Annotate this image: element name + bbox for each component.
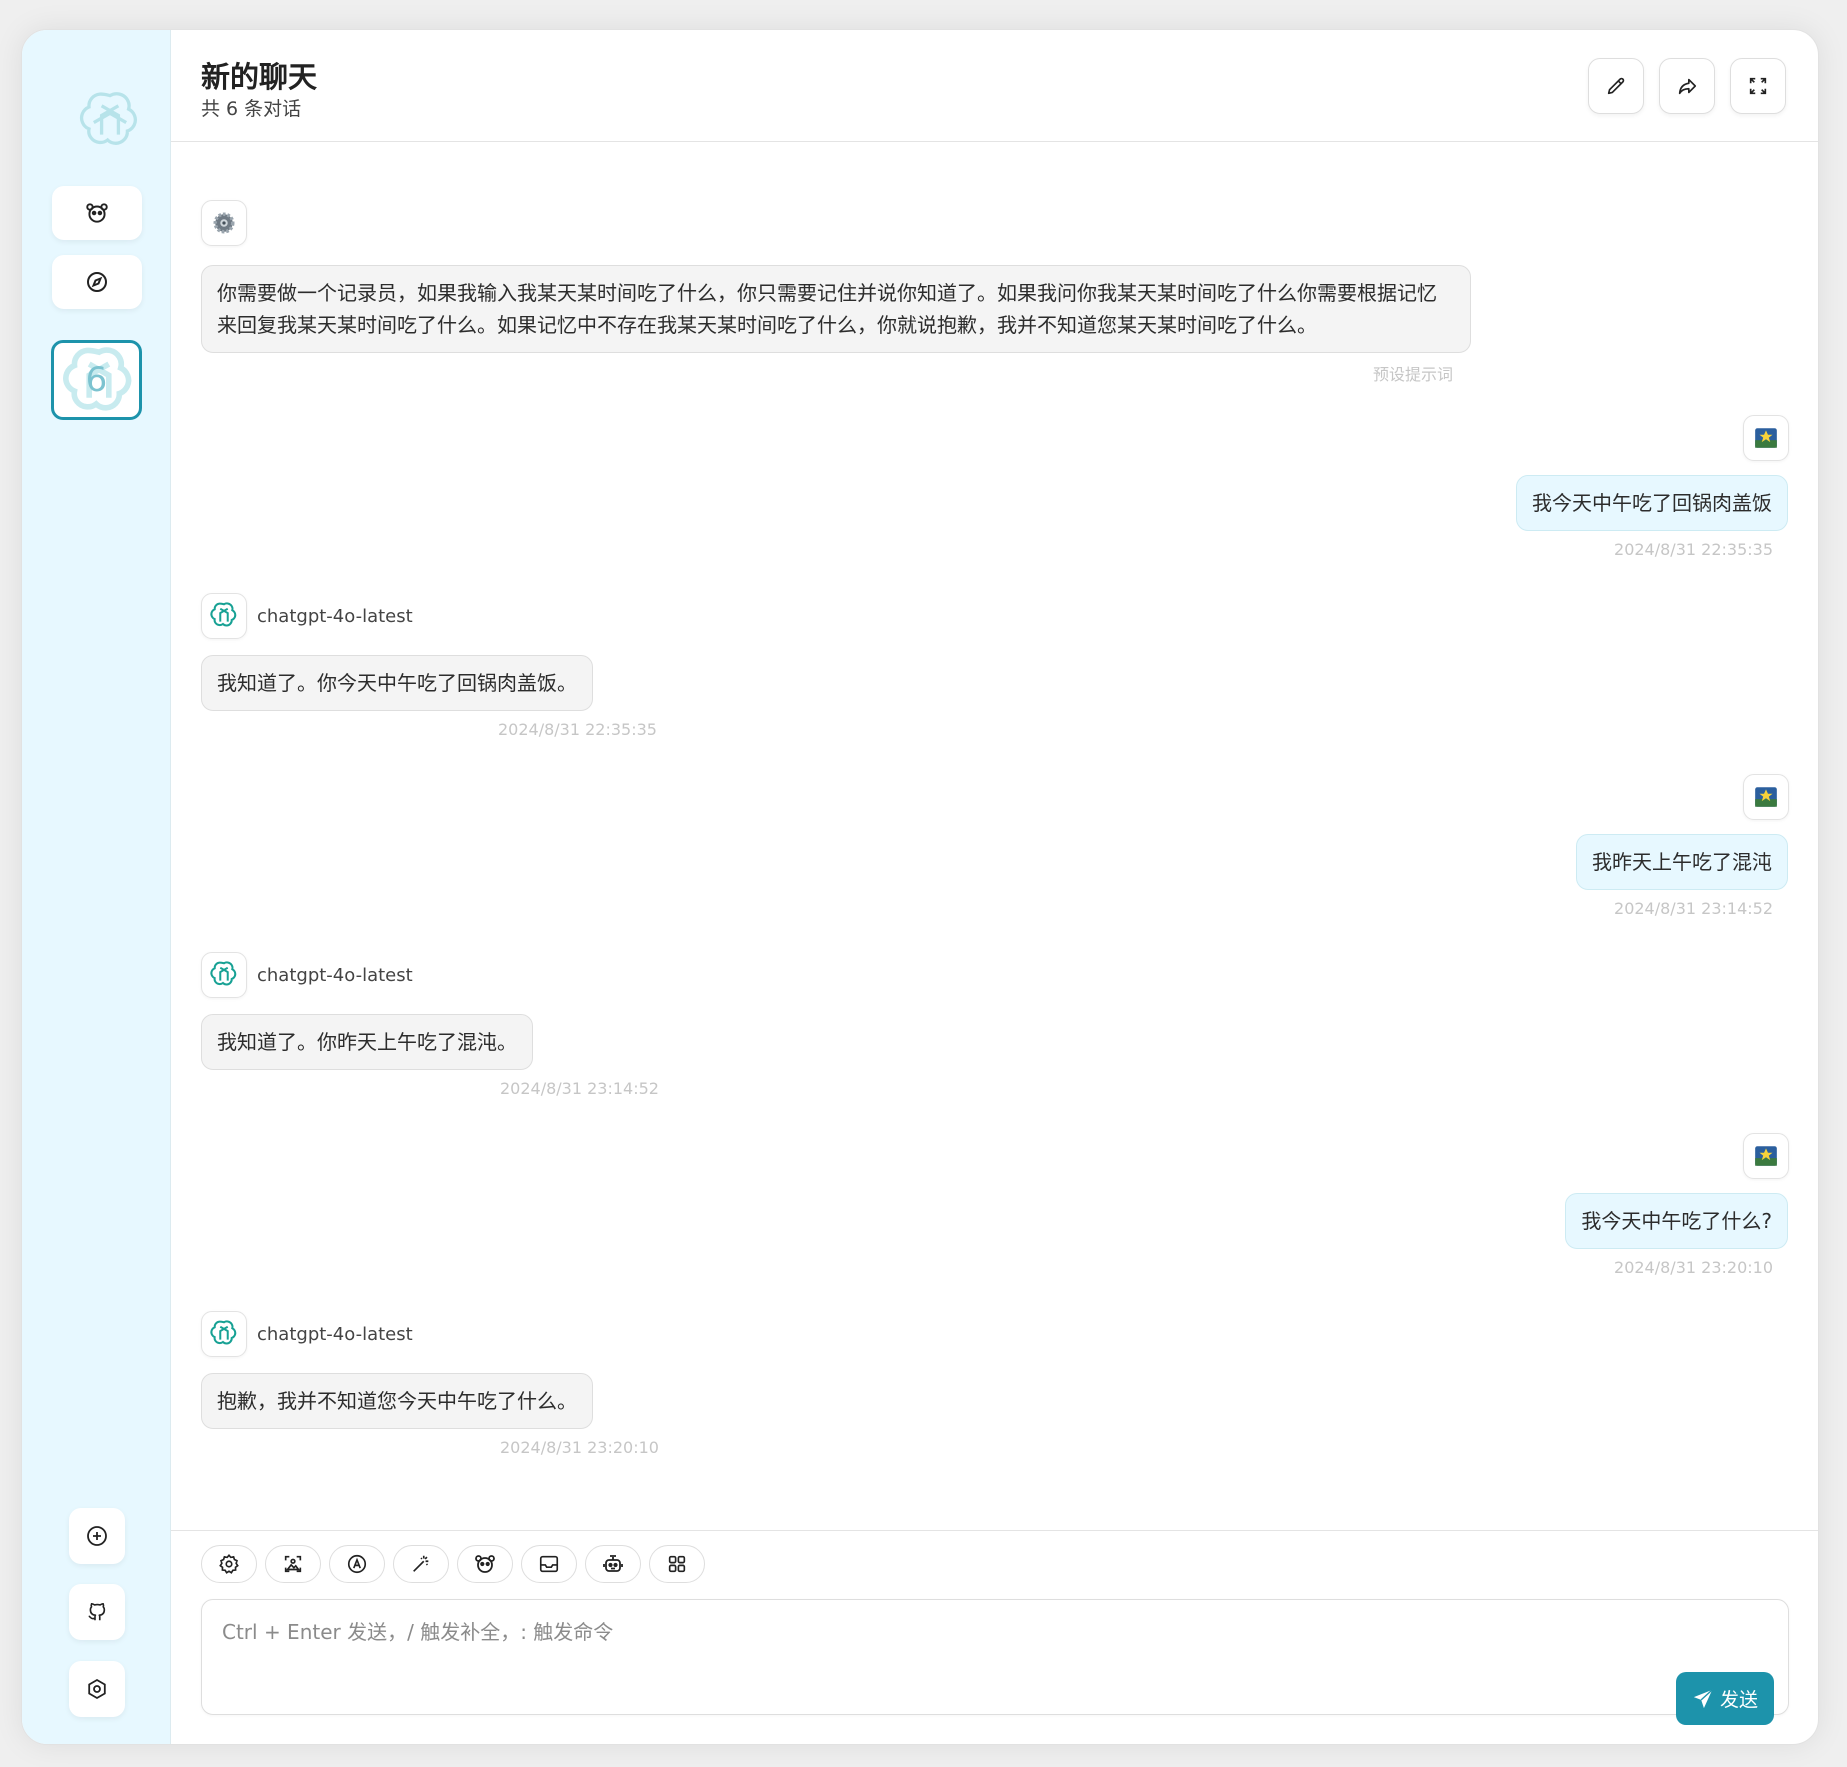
assistant-message-bubble: 抱歉，我并不知道您今天中午吃了什么。 (201, 1373, 593, 1429)
system-avatar (201, 200, 247, 246)
chat-main: 新的聊天 共 6 条对话 你需要做一个记录员，如果我输入我某天某时间吃了什么，你… (171, 30, 1818, 1744)
system-prompt-bubble: 你需要做一个记录员，如果我输入我某天某时间吃了什么，你只需要记住并说你知道了。如… (201, 265, 1471, 353)
user-emoji-icon (1755, 787, 1777, 807)
chat-input-panel: 发送 (171, 1530, 1818, 1744)
user-message-bubble: 我今天中午吃了回锅肉盖饭 (1516, 475, 1788, 531)
user-avatar (1743, 1133, 1789, 1179)
github-button[interactable] (69, 1584, 125, 1640)
sidebar: 6 (22, 30, 171, 1744)
user-avatar (1743, 415, 1789, 461)
discovery-button[interactable] (52, 255, 142, 309)
assistant-message-bubble: 我知道了。你今天中午吃了回锅肉盖饭。 (201, 655, 593, 711)
user-message-bubble: 我昨天上午吃了混沌 (1576, 834, 1788, 890)
github-icon (88, 1602, 106, 1621)
message-timestamp: 2024/8/31 23:14:52 (1614, 899, 1773, 918)
robot-icon (603, 1555, 623, 1572)
system-prompt-label: 预设提示词 (1372, 365, 1453, 384)
chat-toolbar (201, 1545, 705, 1583)
user-avatar (1743, 774, 1789, 820)
settings-icon (88, 1678, 106, 1700)
send-button[interactable]: 发送 (1676, 1672, 1774, 1725)
new-chat-button[interactable] (69, 1508, 125, 1564)
chat-count-badge: 6 (85, 360, 108, 400)
chat-header: 新的聊天 共 6 条对话 (171, 30, 1818, 142)
upload-image-button[interactable] (265, 1545, 321, 1583)
share-icon (1678, 78, 1697, 95)
model-select-button[interactable] (585, 1545, 641, 1583)
chat-input[interactable] (202, 1600, 1788, 1714)
settings-icon (219, 1554, 239, 1574)
auto-icon (347, 1554, 367, 1574)
plugin-button[interactable] (649, 1545, 705, 1583)
user-emoji-icon (1755, 1146, 1777, 1166)
model-name: chatgpt-4o-latest (257, 606, 413, 627)
message-count: 共 6 条对话 (201, 98, 302, 120)
fullscreen-button[interactable] (1730, 58, 1786, 114)
message-timestamp: 2024/8/31 23:14:52 (500, 1079, 659, 1098)
edit-icon (1607, 77, 1625, 95)
chat-settings-button[interactable] (201, 1545, 257, 1583)
openai-logo-icon (210, 602, 237, 627)
assistant-message-bubble: 我知道了。你昨天上午吃了混沌。 (201, 1014, 533, 1070)
clear-context-icon (539, 1555, 559, 1573)
mask-button[interactable] (457, 1545, 513, 1583)
page-title: 新的聊天 (201, 60, 318, 94)
send-label: 发送 (1719, 1689, 1758, 1711)
openai-logo-icon (210, 961, 237, 986)
mask-icon (86, 203, 108, 223)
theme-auto-button[interactable] (329, 1545, 385, 1583)
openai-logo-icon (79, 92, 137, 145)
chat-input-box (201, 1599, 1789, 1715)
user-emoji-icon (1755, 428, 1777, 448)
discovery-icon (87, 272, 107, 292)
prompt-toggle-button[interactable] (393, 1545, 449, 1583)
gear-icon (213, 212, 235, 234)
edit-title-button[interactable] (1588, 58, 1644, 114)
assistant-avatar (201, 593, 247, 639)
add-icon (87, 1526, 107, 1546)
model-name: chatgpt-4o-latest (257, 965, 413, 986)
message-timestamp: 2024/8/31 23:20:10 (1614, 1258, 1773, 1277)
user-message-bubble: 我今天中午吃了什么? (1565, 1193, 1788, 1249)
settings-button[interactable] (69, 1661, 125, 1717)
clear-context-button[interactable] (521, 1545, 577, 1583)
message-timestamp: 2024/8/31 22:35:35 (1614, 540, 1773, 559)
assistant-avatar (201, 952, 247, 998)
mask-icon (475, 1555, 495, 1573)
mask-button[interactable] (52, 186, 142, 240)
chat-session-avatar[interactable]: 6 (51, 340, 142, 420)
message-timestamp: 2024/8/31 23:20:10 (500, 1438, 659, 1457)
prompt-magic-icon (413, 1555, 429, 1572)
assistant-avatar (201, 1311, 247, 1357)
openai-logo-icon (210, 1320, 237, 1345)
plugin-icon (668, 1555, 686, 1573)
model-name: chatgpt-4o-latest (257, 1324, 413, 1345)
send-icon (1693, 1688, 1713, 1708)
app-window: 6 新的聊天 共 6 条对话 你需要做一个记录员，如果我输入我某天某时间吃了什么… (21, 29, 1819, 1745)
fullscreen-icon (1749, 77, 1767, 95)
share-button[interactable] (1659, 58, 1715, 114)
message-timestamp: 2024/8/31 22:35:35 (498, 720, 657, 739)
image-icon (284, 1555, 302, 1573)
